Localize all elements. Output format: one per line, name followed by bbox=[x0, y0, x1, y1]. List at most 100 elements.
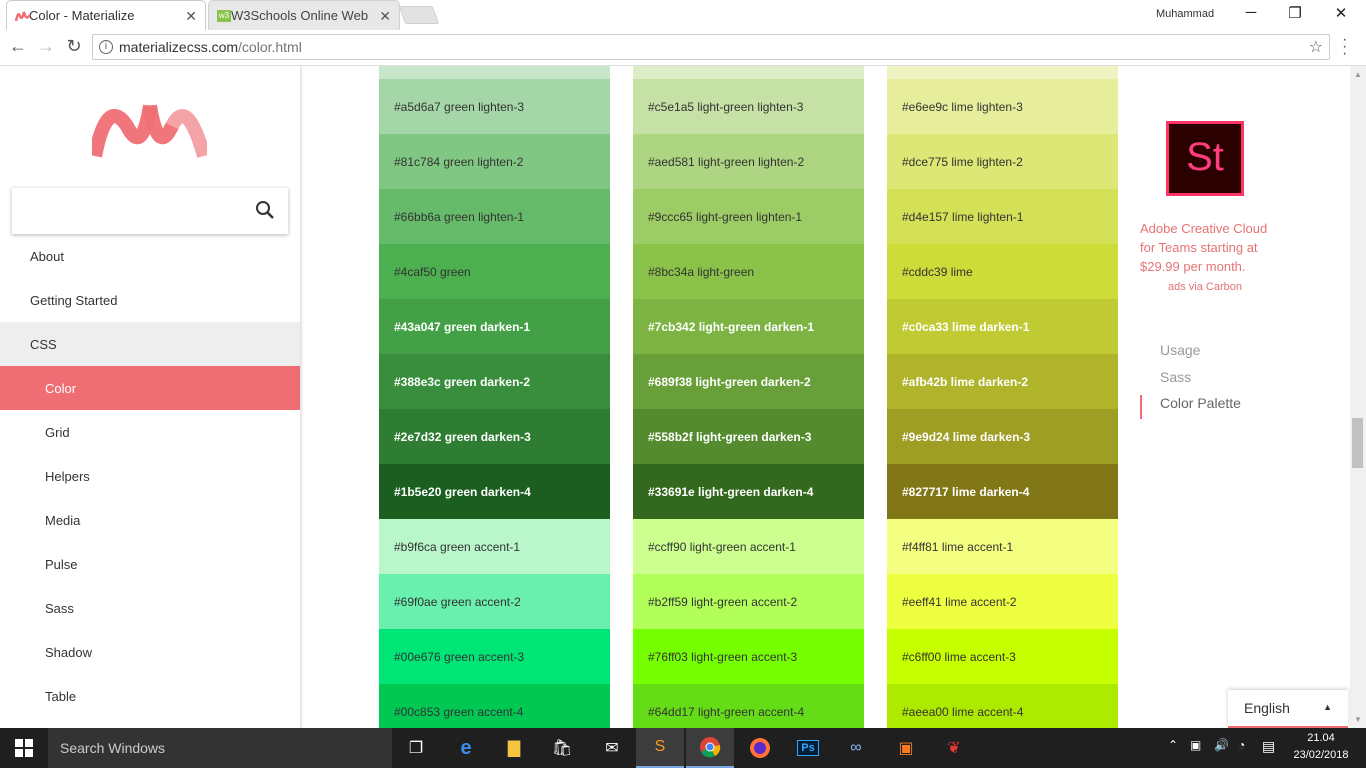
ad-text[interactable]: Adobe Creative Cloud for Teams starting … bbox=[1140, 219, 1270, 276]
toc-item-sass[interactable]: Sass bbox=[1140, 369, 1290, 393]
tab-w3schools[interactable]: w3 W3Schools Online Web T ✕ bbox=[208, 0, 400, 30]
sidebar-item-css[interactable]: CSS bbox=[0, 322, 300, 366]
start-button[interactable] bbox=[0, 728, 48, 768]
color-swatch: #eeff41 lime accent-2 bbox=[887, 574, 1118, 629]
color-swatch-partial bbox=[379, 66, 610, 79]
scrollbar[interactable]: ▲ ▼ bbox=[1350, 66, 1366, 728]
color-swatch: #c6ff00 lime accent-3 bbox=[887, 629, 1118, 684]
ad-via-link[interactable]: ads via Carbon bbox=[1168, 281, 1242, 293]
sidebar-item-sass[interactable]: Sass bbox=[0, 586, 300, 630]
sublime-text-icon[interactable]: S bbox=[636, 728, 684, 768]
windows-search-input[interactable]: Search Windows bbox=[48, 728, 392, 768]
new-tab-button[interactable] bbox=[398, 6, 440, 24]
color-swatch: #b9f6ca green accent-1 bbox=[379, 519, 610, 574]
page-content: About Getting Started CSS Color Grid Hel… bbox=[0, 66, 1366, 728]
toc-item-usage[interactable]: Usage bbox=[1140, 342, 1290, 366]
color-swatch: #9ccc65 light-green lighten-1 bbox=[633, 189, 864, 244]
color-swatch: #afb42b lime darken-2 bbox=[887, 354, 1118, 409]
firefox-icon[interactable] bbox=[736, 728, 784, 768]
chevron-up-icon[interactable]: ⌃ bbox=[1168, 738, 1178, 752]
network-status-icon[interactable]: ▣ bbox=[1190, 738, 1201, 752]
url-input[interactable]: i materializecss.com/color.html ☆ bbox=[92, 34, 1330, 60]
w3schools-icon: w3 bbox=[217, 10, 231, 22]
sidebar-item-about[interactable]: About bbox=[0, 234, 300, 278]
toc-item-color-palette[interactable]: Color Palette bbox=[1140, 395, 1290, 419]
color-swatch: #c5e1a5 light-green lighten-3 bbox=[633, 79, 864, 134]
color-swatch-partial bbox=[887, 66, 1118, 79]
bookmark-star-icon[interactable]: ☆ bbox=[1309, 37, 1323, 57]
color-swatch: #2e7d32 green darken-3 bbox=[379, 409, 610, 464]
restore-icon[interactable]: ❐ bbox=[1280, 4, 1310, 22]
sidebar-item-helpers[interactable]: Helpers bbox=[0, 454, 300, 498]
store-icon[interactable]: 🛍 bbox=[538, 728, 586, 768]
info-icon[interactable]: i bbox=[99, 40, 113, 54]
url-text: materializecss.com/color.html bbox=[119, 39, 302, 55]
sidebar-item-color[interactable]: Color bbox=[0, 366, 300, 410]
system-clock[interactable]: 21.04 23/02/2018 bbox=[1286, 730, 1356, 764]
search-icon[interactable] bbox=[254, 199, 276, 221]
sidebar-item-table[interactable]: Table bbox=[0, 674, 300, 718]
xampp-icon[interactable]: ▣ bbox=[882, 728, 930, 768]
edge-icon[interactable]: e bbox=[442, 728, 490, 768]
windows-logo-icon bbox=[15, 739, 33, 757]
windows-taskbar: Search Windows ❐ e ▇ 🛍 ✉ S Ps ∞ ▣ ❦ ⌃ ▣ … bbox=[0, 728, 1366, 768]
color-swatch: #64dd17 light-green accent-4 bbox=[633, 684, 864, 728]
notifications-icon[interactable]: ▤ bbox=[1262, 738, 1275, 755]
color-swatch: #81c784 green lighten-2 bbox=[379, 134, 610, 189]
wifi-icon[interactable]: ◔ bbox=[1238, 738, 1245, 752]
back-icon[interactable]: ← bbox=[6, 36, 30, 57]
sidebar-item-shadow[interactable]: Shadow bbox=[0, 630, 300, 674]
color-swatch: #827717 lime darken-4 bbox=[887, 464, 1118, 519]
color-swatch: #66bb6a green lighten-1 bbox=[379, 189, 610, 244]
color-swatch: #4caf50 green bbox=[379, 244, 610, 299]
sidebar-item-pulse[interactable]: Pulse bbox=[0, 542, 300, 586]
reload-icon[interactable]: ↻ bbox=[62, 36, 86, 57]
forward-icon[interactable]: → bbox=[34, 36, 58, 57]
close-icon[interactable]: ✕ bbox=[185, 8, 197, 25]
minimize-icon[interactable]: ─ bbox=[1236, 4, 1266, 21]
adobe-stock-logo[interactable]: St bbox=[1166, 121, 1244, 196]
color-swatch: #69f0ae green accent-2 bbox=[379, 574, 610, 629]
scroll-up-icon[interactable]: ▲ bbox=[1354, 70, 1362, 79]
materialize-logo[interactable] bbox=[88, 96, 211, 158]
sidebar-item-grid[interactable]: Grid bbox=[0, 410, 300, 454]
color-swatch: #76ff03 light-green accent-3 bbox=[633, 629, 864, 684]
tab-materialize[interactable]: Color - Materialize ✕ bbox=[6, 0, 206, 30]
language-select[interactable]: English ▲ bbox=[1228, 690, 1348, 728]
sidebar-item-media[interactable]: Media bbox=[0, 498, 300, 542]
app-icon[interactable]: ❦ bbox=[930, 728, 978, 768]
color-swatch: #1b5e20 green darken-4 bbox=[379, 464, 610, 519]
chrome-icon[interactable] bbox=[686, 728, 734, 768]
scrollbar-thumb[interactable] bbox=[1352, 418, 1363, 468]
photoshop-icon[interactable]: Ps bbox=[784, 728, 832, 768]
link-app-icon[interactable]: ∞ bbox=[832, 728, 880, 768]
color-swatch: #dce775 lime lighten-2 bbox=[887, 134, 1118, 189]
menu-icon[interactable]: · · · bbox=[1342, 32, 1347, 62]
task-view-icon[interactable]: ❐ bbox=[392, 728, 440, 768]
file-explorer-icon[interactable]: ▇ bbox=[490, 728, 538, 768]
color-swatch: #d4e157 lime lighten-1 bbox=[887, 189, 1118, 244]
tab-title: Color - Materialize bbox=[29, 8, 135, 23]
clock-time: 21.04 bbox=[1307, 732, 1335, 744]
color-swatch: #689f38 light-green darken-2 bbox=[633, 354, 864, 409]
color-swatch: #00e676 green accent-3 bbox=[379, 629, 610, 684]
mail-icon[interactable]: ✉ bbox=[588, 728, 636, 768]
clock-date: 23/02/2018 bbox=[1293, 749, 1349, 761]
sidebar-item-getting-started[interactable]: Getting Started bbox=[0, 278, 300, 322]
materialize-icon bbox=[14, 10, 32, 22]
close-window-icon[interactable]: ✕ bbox=[1326, 4, 1356, 22]
scroll-down-icon[interactable]: ▼ bbox=[1354, 715, 1362, 724]
search-input[interactable] bbox=[12, 188, 288, 234]
color-swatch: #ccff90 light-green accent-1 bbox=[633, 519, 864, 574]
color-swatch: #cddc39 lime bbox=[887, 244, 1118, 299]
close-icon[interactable]: ✕ bbox=[379, 8, 391, 25]
profile-name[interactable]: Muhammad bbox=[1156, 8, 1214, 20]
color-swatch: #558b2f light-green darken-3 bbox=[633, 409, 864, 464]
color-swatch: #9e9d24 lime darken-3 bbox=[887, 409, 1118, 464]
color-swatch: #388e3c green darken-2 bbox=[379, 354, 610, 409]
caret-up-icon: ▲ bbox=[1323, 702, 1332, 712]
color-swatch: #e6ee9c lime lighten-3 bbox=[887, 79, 1118, 134]
color-swatch: #c0ca33 lime darken-1 bbox=[887, 299, 1118, 354]
volume-icon[interactable]: 🔊 bbox=[1214, 738, 1229, 752]
sidebar: About Getting Started CSS Color Grid Hel… bbox=[0, 66, 300, 728]
